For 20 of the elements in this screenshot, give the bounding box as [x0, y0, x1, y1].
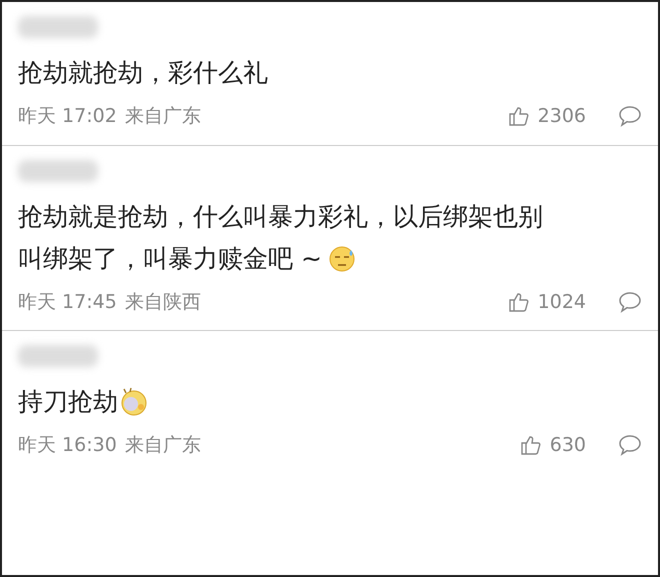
like-count: 1024	[538, 290, 586, 314]
like-count: 630	[550, 433, 586, 458]
comment-icon[interactable]	[618, 105, 642, 128]
like-count: 2306	[538, 104, 586, 129]
comment-text: 抢劫就是抢劫，什么叫暴力彩礼，以后绑架也别	[18, 200, 543, 232]
comment-text: 叫绑架了，叫暴力赎金吧 ~	[18, 242, 322, 274]
emoji-icon	[328, 244, 356, 272]
comment-time: 昨天 17:45	[18, 290, 117, 314]
comment-time: 昨天 17:02	[18, 104, 117, 129]
comment-time: 昨天 16:30	[18, 433, 117, 458]
comment-location: 来自广东	[124, 104, 201, 129]
comment-text: 抢劫就抢劫，彩什么礼	[18, 57, 268, 89]
comment-text: 持刀抢劫	[18, 386, 118, 418]
thumbs-up-icon[interactable]	[520, 434, 542, 456]
thumbs-up-icon[interactable]	[508, 105, 530, 128]
comment-icon[interactable]	[618, 434, 642, 456]
comment-location: 来自陕西	[124, 290, 201, 314]
comment-icon[interactable]	[618, 290, 642, 313]
thumbs-up-icon[interactable]	[508, 290, 530, 313]
comment-location: 来自广东	[124, 433, 201, 458]
